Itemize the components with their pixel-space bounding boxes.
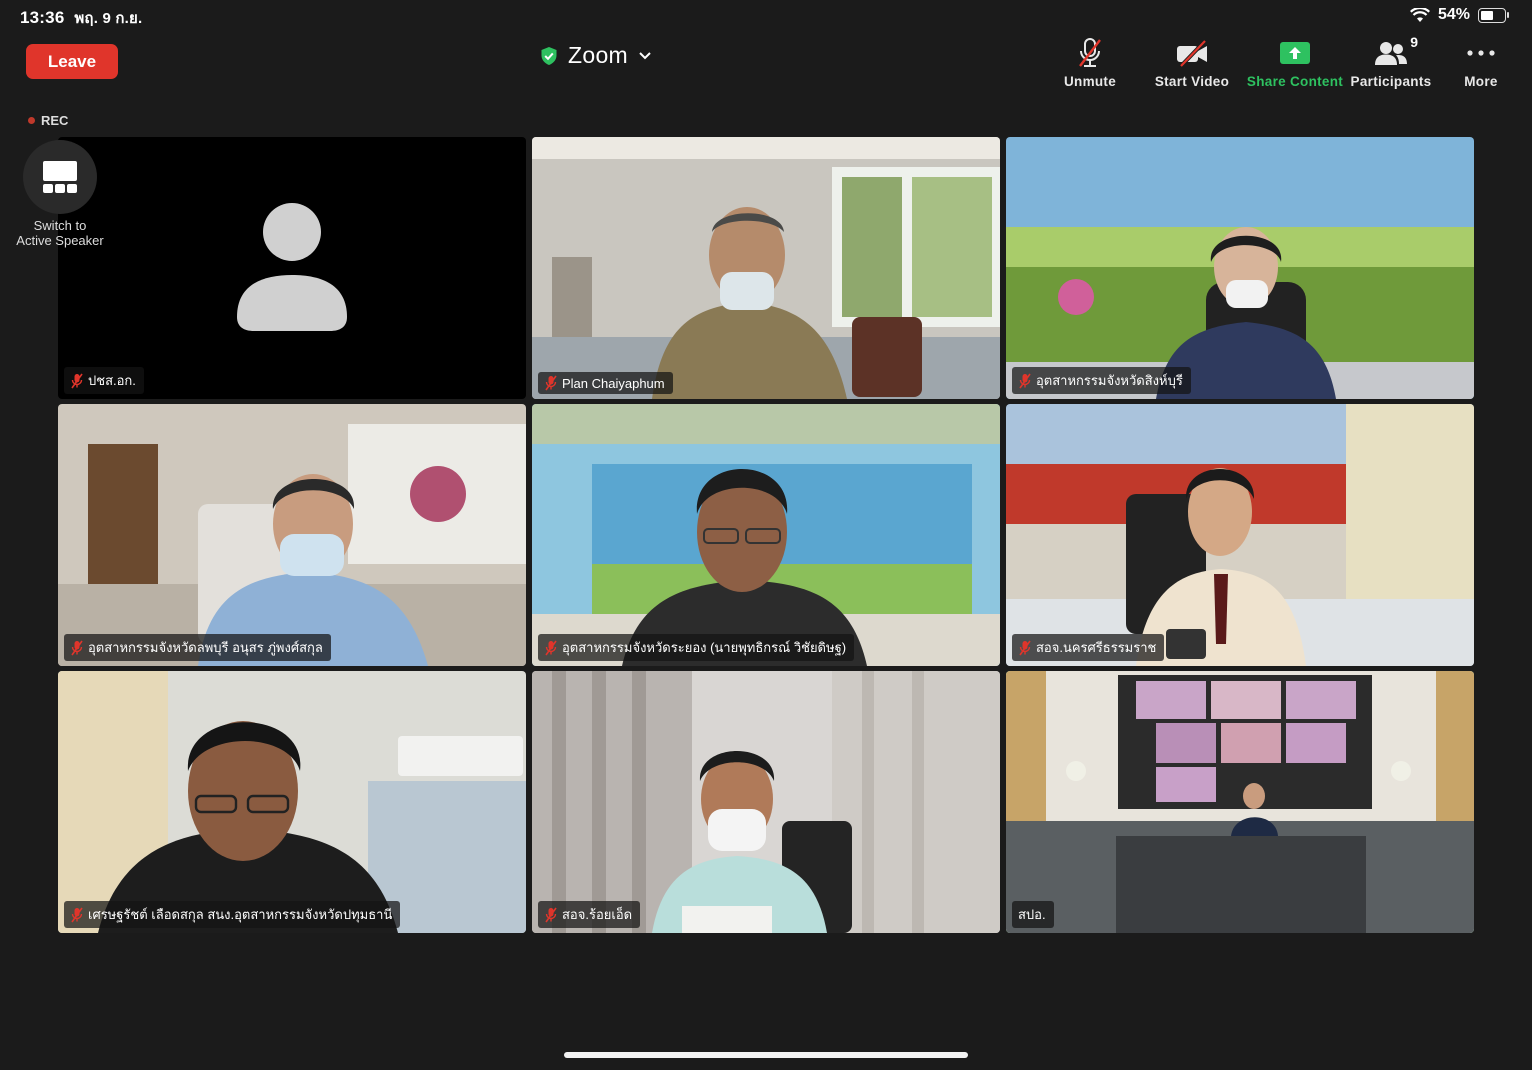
participant-name-tag: สปอ. [1012,901,1054,928]
participant-name-tag: สอจ.ร้อยเอ็ด [538,901,641,928]
more-label: More [1464,74,1498,89]
switch-label-line2: Active Speaker [16,233,104,248]
shield-check-icon [541,46,557,65]
battery-icon [1478,7,1509,23]
avatar-placeholder-icon [237,203,347,331]
home-indicator[interactable] [564,1052,968,1058]
participant-video [1006,137,1474,399]
video-grid: ปชส.อก. Plan Chaiyaphum อุตสาหกรรมจังหวั… [58,137,1474,933]
video-tile[interactable]: อุตสาหกรรมจังหวัดระยอง (นายพุทธิกรณ์ วิช… [532,404,1000,666]
rec-label: REC [41,113,69,128]
status-bar: 13:36 พฤ. 9 ก.ย. 54% [0,0,1532,32]
video-tile[interactable]: ปชส.อก. [58,137,526,399]
participant-video [1006,404,1474,666]
participant-video [532,404,1000,666]
participants-icon [1375,42,1407,65]
participants-count: 9 [1410,34,1418,50]
switch-to-active-speaker-button[interactable]: Switch to Active Speaker [10,140,110,248]
share-arrow-icon [1280,42,1310,64]
participant-name-tag: เศรษฐรัชต์ เลือดสกุล สนง.อุตสาหกรรมจังหว… [64,901,401,928]
video-tile[interactable]: เศรษฐรัชต์ เลือดสกุล สนง.อุตสาหกรรมจังหว… [58,671,526,933]
participant-name-tag: อุตสาหกรรมจังหวัดสิงห์บุรี [1012,367,1191,394]
video-tile[interactable]: Plan Chaiyaphum [532,137,1000,399]
wifi-icon [1409,7,1430,22]
participant-video [1006,671,1474,933]
speaker-view-icon [43,161,77,193]
unmute-label: Unmute [1063,74,1117,89]
status-time: 13:36 พฤ. 9 ก.ย. [20,8,143,27]
chevron-down-icon [639,51,651,59]
muted-mic-icon [71,640,83,655]
muted-mic-icon [1019,640,1031,655]
video-tile[interactable]: อุตสาหกรรมจังหวัดสิงห์บุรี [1006,137,1474,399]
video-tile[interactable]: สอจ.ร้อยเอ็ด [532,671,1000,933]
participants-button[interactable]: 9 Participants [1341,34,1441,89]
participant-video [532,137,1000,399]
video-off-icon [1177,39,1207,67]
participant-video [58,671,526,933]
participant-name-tag: อุตสาหกรรมจังหวัดลพบุรี อนุสร ภู่พงศ์สกุ… [64,634,331,661]
start-video-button[interactable]: Start Video [1142,36,1242,89]
video-tile[interactable]: อุตสาหกรรมจังหวัดลพบุรี อนุสร ภู่พงศ์สกุ… [58,404,526,666]
muted-mic-icon [1019,373,1031,388]
participant-name-tag: สอจ.นครศรีธรรมราช [1012,634,1165,661]
more-button[interactable]: More [1431,36,1531,89]
rec-dot-icon [28,117,35,124]
participants-label: Participants [1350,74,1432,89]
participant-name-tag: Plan Chaiyaphum [538,372,673,394]
status-right: 54% [1409,6,1509,24]
meeting-title: Zoom [568,42,628,68]
participant-video [58,404,526,666]
share-content-button[interactable]: Share Content [1245,36,1345,89]
participant-video [532,671,1000,933]
muted-mic-icon [545,907,557,922]
participant-name-tag: อุตสาหกรรมจังหวัดระยอง (นายพุทธิกรณ์ วิช… [538,634,855,661]
muted-mic-icon [545,640,557,655]
switch-label-line1: Switch to [33,218,87,233]
share-content-label: Share Content [1246,74,1344,89]
muted-mic-icon [71,907,83,922]
meeting-title-dropdown[interactable]: Zoom [540,42,652,69]
participant-name-tag: ปชส.อก. [64,367,144,394]
recording-indicator: REC [28,113,68,128]
muted-mic-icon [545,375,557,391]
muted-mic-icon [1079,38,1101,67]
leave-button[interactable]: Leave [26,44,118,79]
unmute-button[interactable]: Unmute [1040,36,1140,89]
video-tile[interactable]: สอจ.นครศรีธรรมราช [1006,404,1474,666]
active-speaker-video-tile[interactable]: สปอ. [1006,671,1474,933]
more-dots-icon [1467,50,1495,56]
battery-percent: 54% [1437,6,1470,23]
muted-mic-icon [71,373,83,388]
start-video-label: Start Video [1154,74,1230,89]
